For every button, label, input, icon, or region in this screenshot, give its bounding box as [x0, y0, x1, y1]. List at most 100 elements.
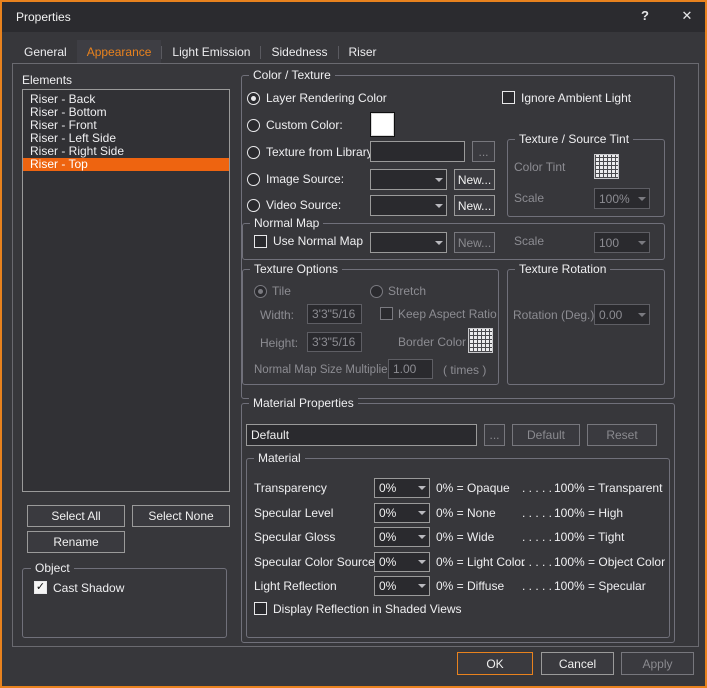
tab-general[interactable]: General [14, 41, 77, 64]
specular-level-value: 0% [379, 506, 396, 520]
material-name-field[interactable]: Default [246, 424, 477, 446]
list-item-selected[interactable]: Riser - Top [23, 158, 229, 171]
texture-from-library-label: Texture from Library: [266, 145, 376, 159]
dropdown-arrow-icon [432, 241, 446, 245]
transparency-label: Transparency [254, 481, 327, 495]
help-icon[interactable]: ? [636, 7, 654, 25]
tile-radio [254, 285, 267, 298]
dots-label: . . . . . [522, 579, 552, 593]
texture-library-field[interactable] [370, 141, 465, 162]
ignore-ambient-light-checkbox[interactable] [502, 91, 515, 104]
material-reset-button: Reset [587, 424, 657, 446]
specular-level-dropdown[interactable]: 0% [374, 503, 430, 523]
height-field: 3'3"5/16 [307, 332, 362, 352]
texture-from-library-radio[interactable] [247, 146, 260, 159]
texture-rotation-title: Texture Rotation [515, 262, 610, 277]
tab-light-emission[interactable]: Light Emission [162, 41, 260, 64]
specular-level-low-label: 0% = None [436, 506, 496, 520]
texture-source-tint-title: Texture / Source Tint [515, 132, 633, 147]
specular-gloss-low-label: 0% = Wide [436, 530, 494, 544]
specular-color-source-dropdown[interactable]: 0% [374, 552, 430, 572]
specular-color-source-high-label: 100% = Object Color [554, 555, 665, 569]
width-field: 3'3"5/16 [307, 304, 362, 324]
normal-map-size-multiplier-field: 1.00 [388, 359, 433, 379]
object-group: Object [22, 568, 227, 638]
rename-button[interactable]: Rename [27, 531, 125, 553]
ignore-ambient-light-label: Ignore Ambient Light [521, 91, 631, 105]
layer-rendering-color-radio[interactable] [247, 92, 260, 105]
rotation-deg-label: Rotation (Deg.) [513, 308, 594, 322]
dots-label: . . . . . [522, 481, 552, 495]
rotation-value: 0.00 [599, 308, 622, 322]
tile-label: Tile [272, 284, 291, 298]
normal-map-scale-value: 100 [599, 236, 619, 250]
close-icon[interactable]: ✕ [678, 7, 696, 25]
display-reflection-checkbox[interactable] [254, 602, 267, 615]
texture-rotation-group: Texture Rotation [507, 269, 665, 385]
color-tint-swatch [594, 154, 619, 179]
normal-map-scale-label: Scale [514, 234, 544, 248]
tab-sidedness[interactable]: Sidedness [261, 41, 337, 64]
ok-button[interactable]: OK [457, 652, 533, 675]
cast-shadow-checkbox[interactable]: ✓ [34, 581, 47, 594]
custom-color-label: Custom Color: [266, 118, 343, 132]
video-source-radio[interactable] [247, 199, 260, 212]
specular-color-source-label: Specular Color Source [254, 555, 375, 569]
specular-gloss-high-label: 100% = Tight [554, 530, 624, 544]
material-group-title: Material [254, 451, 305, 466]
select-all-button[interactable]: Select All [27, 505, 125, 527]
image-source-new-button[interactable]: New... [454, 169, 495, 190]
specular-gloss-label: Specular Gloss [254, 530, 335, 544]
video-source-new-button[interactable]: New... [454, 195, 495, 216]
light-reflection-dropdown[interactable]: 0% [374, 576, 430, 596]
use-normal-map-checkbox[interactable] [254, 235, 267, 248]
dropdown-arrow-icon [415, 584, 429, 588]
properties-dialog: Properties ? ✕ General Appearance Light … [0, 0, 707, 688]
dropdown-arrow-icon [635, 313, 649, 317]
height-label: Height: [260, 336, 298, 350]
stretch-label: Stretch [388, 284, 426, 298]
normal-map-source-dropdown[interactable] [370, 232, 447, 253]
normal-map-scale-dropdown: 100 [594, 232, 650, 253]
display-reflection-label: Display Reflection in Shaded Views [273, 602, 462, 616]
tint-scale-value: 100% [599, 192, 630, 206]
transparency-high-label: 100% = Transparent [554, 481, 662, 495]
light-reflection-high-label: 100% = Specular [554, 579, 646, 593]
image-source-radio[interactable] [247, 173, 260, 186]
custom-color-swatch[interactable] [370, 112, 395, 137]
color-tint-label: Color Tint [514, 160, 565, 174]
dropdown-arrow-icon [415, 535, 429, 539]
elements-list[interactable]: Riser - Back Riser - Bottom Riser - Fron… [22, 89, 230, 492]
tab-appearance[interactable]: Appearance [77, 40, 162, 64]
image-source-dropdown[interactable] [370, 169, 447, 190]
video-source-dropdown[interactable] [370, 195, 447, 216]
keep-aspect-ratio-label: Keep Aspect Ratio [398, 307, 497, 321]
cancel-button[interactable]: Cancel [541, 652, 614, 675]
color-texture-title: Color / Texture [249, 68, 335, 83]
transparency-dropdown[interactable]: 0% [374, 478, 430, 498]
specular-color-source-value: 0% [379, 555, 396, 569]
specular-gloss-value: 0% [379, 530, 396, 544]
specular-gloss-dropdown[interactable]: 0% [374, 527, 430, 547]
custom-color-radio[interactable] [247, 119, 260, 132]
material-default-button: Default [512, 424, 580, 446]
normal-map-new-button: New... [454, 232, 495, 253]
tab-strip: General Appearance Light Emission Sidedn… [14, 40, 387, 64]
border-color-label: Border Color [398, 335, 466, 349]
cast-shadow-label: Cast Shadow [53, 581, 124, 595]
normal-map-title: Normal Map [250, 216, 323, 231]
dropdown-arrow-icon [415, 511, 429, 515]
dots-label: . . . . . [522, 530, 552, 544]
tab-riser[interactable]: Riser [339, 41, 387, 64]
specular-color-source-low-label: 0% = Light Color [436, 555, 525, 569]
dropdown-arrow-icon [415, 486, 429, 490]
material-properties-title: Material Properties [249, 396, 358, 411]
specular-level-label: Specular Level [254, 506, 333, 520]
light-reflection-value: 0% [379, 579, 396, 593]
object-group-title: Object [31, 561, 74, 576]
light-reflection-label: Light Reflection [254, 579, 337, 593]
times-label: ( times ) [443, 363, 486, 377]
dropdown-arrow-icon [635, 241, 649, 245]
transparency-value: 0% [379, 481, 396, 495]
select-none-button[interactable]: Select None [132, 505, 230, 527]
